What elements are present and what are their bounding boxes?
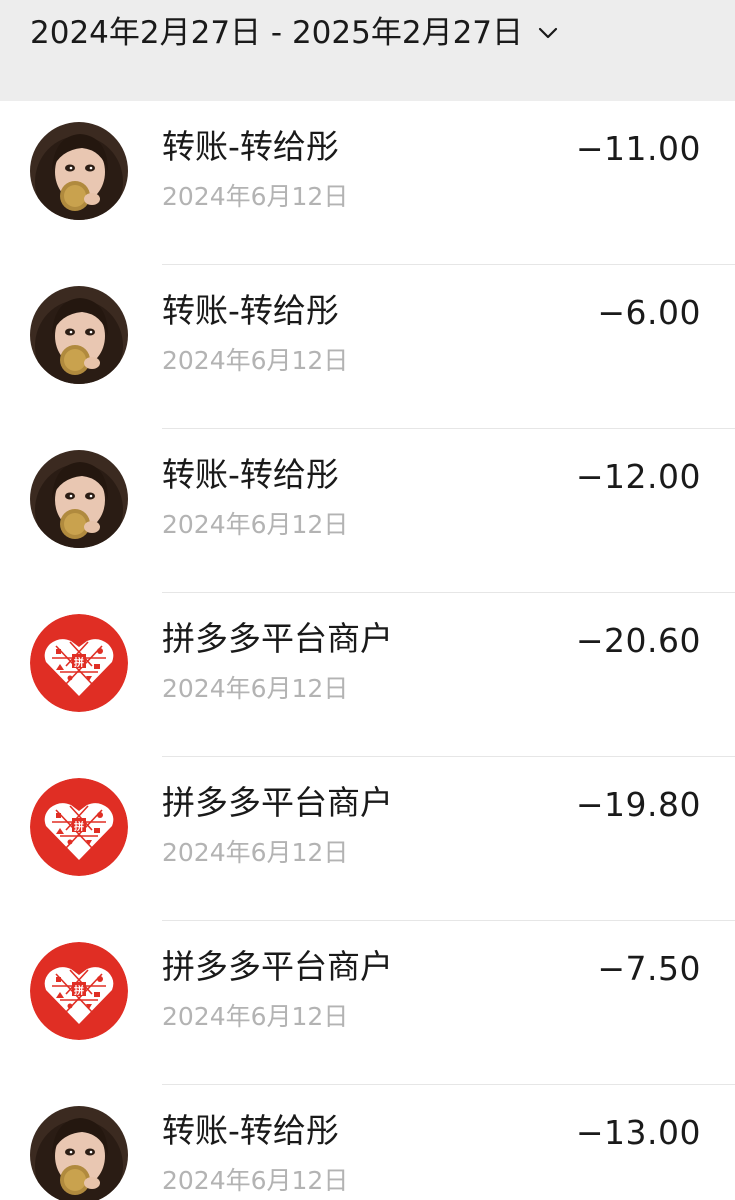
pinduoduo-logo-icon [30, 942, 128, 1040]
transaction-date: 2024年6月12日 [162, 1166, 349, 1195]
transaction-title: 拼多多平台商户 [162, 619, 393, 658]
person-avatar-icon [30, 450, 128, 548]
transaction-amount: −12.00 [575, 457, 701, 496]
transaction-amount: −20.60 [575, 621, 701, 660]
person-avatar-icon [30, 286, 128, 384]
transaction-title: 转账-转给彤 [162, 127, 339, 166]
transaction-row[interactable]: 转账-转给彤 2024年6月12日 −12.00 [0, 429, 735, 593]
date-range-text: 2024年2月27日 - 2025年2月27日 [30, 15, 524, 51]
transaction-amount: −19.80 [575, 785, 701, 824]
bill-list-page: 2024年2月27日 - 2025年2月27日 转账-转给彤 2024年6月12… [0, 0, 735, 1200]
transaction-title: 拼多多平台商户 [162, 783, 393, 822]
transaction-row[interactable]: 拼多多平台商户 2024年6月12日 −20.60 [0, 593, 735, 757]
pinduoduo-logo-icon [30, 614, 128, 712]
transaction-row[interactable]: 转账-转给彤 2024年6月12日 −11.00 [0, 101, 735, 265]
transaction-row[interactable]: 转账-转给彤 2024年6月12日 −6.00 [0, 265, 735, 429]
transaction-amount: −6.00 [597, 293, 701, 332]
pinduoduo-logo-icon [30, 778, 128, 876]
transaction-date: 2024年6月12日 [162, 838, 349, 867]
transaction-amount: −13.00 [575, 1113, 701, 1152]
transaction-amount: −11.00 [575, 129, 701, 168]
person-avatar-icon [30, 1106, 128, 1200]
transaction-list: 转账-转给彤 2024年6月12日 −11.00 转账-转给彤 2024年6月1… [0, 101, 735, 1200]
transaction-date: 2024年6月12日 [162, 674, 349, 703]
transaction-title: 转账-转给彤 [162, 291, 339, 330]
transaction-title: 拼多多平台商户 [162, 947, 393, 986]
transaction-date: 2024年6月12日 [162, 182, 349, 211]
transaction-row[interactable]: 拼多多平台商户 2024年6月12日 −19.80 [0, 757, 735, 921]
person-avatar-icon [30, 122, 128, 220]
transaction-row[interactable]: 转账-转给彤 2024年6月12日 −13.00 [0, 1085, 735, 1200]
transaction-row[interactable]: 拼多多平台商户 2024年6月12日 −7.50 [0, 921, 735, 1085]
transaction-date: 2024年6月12日 [162, 346, 349, 375]
transaction-date: 2024年6月12日 [162, 510, 349, 539]
transaction-title: 转账-转给彤 [162, 1111, 339, 1150]
transaction-amount: −7.50 [597, 949, 701, 988]
transaction-date: 2024年6月12日 [162, 1002, 349, 1031]
date-range-filter[interactable]: 2024年2月27日 - 2025年2月27日 [0, 0, 735, 101]
chevron-down-icon [537, 22, 559, 44]
transaction-title: 转账-转给彤 [162, 455, 339, 494]
